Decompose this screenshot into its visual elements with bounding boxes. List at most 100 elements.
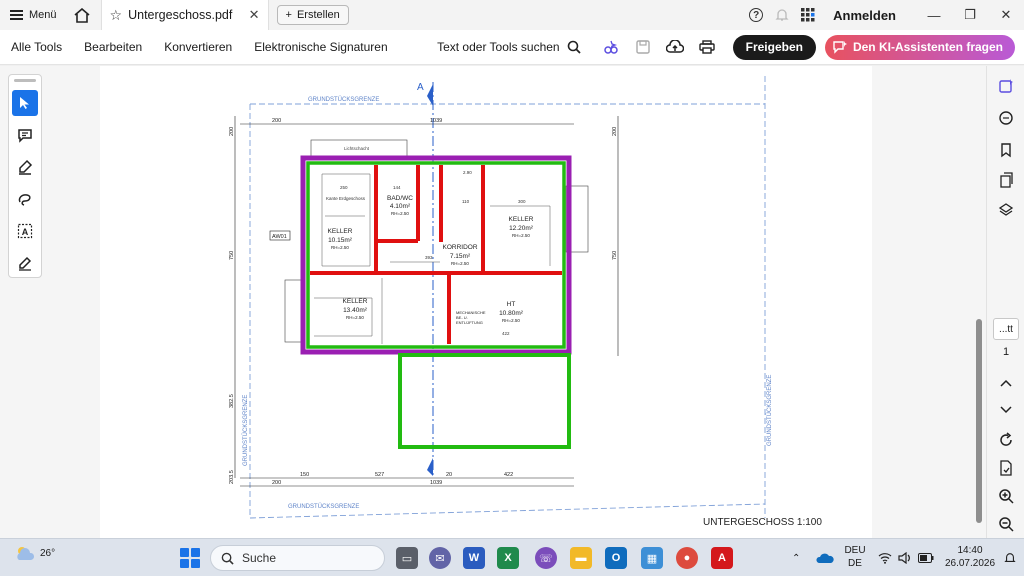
close-window-button[interactable]: ✕: [988, 0, 1024, 30]
outlook-icon[interactable]: O: [605, 547, 627, 569]
menu-all-tools[interactable]: Alle Tools: [0, 40, 73, 54]
page-down-button[interactable]: [993, 398, 1019, 422]
save-button[interactable]: [627, 30, 659, 65]
cloud-weather-icon: [17, 547, 35, 560]
notifications-button[interactable]: [769, 0, 795, 30]
home-button[interactable]: [67, 0, 97, 30]
menu-edit[interactable]: Bearbeiten: [73, 40, 153, 54]
room-cellar2-area: 12.20m²: [509, 225, 534, 232]
close-tab-icon[interactable]: ✕: [249, 7, 260, 23]
battery-icon[interactable]: [918, 539, 934, 576]
file-explorer-icon[interactable]: ▬: [570, 547, 592, 569]
notification-center-button[interactable]: [1004, 539, 1016, 576]
pages-icon: [1000, 172, 1013, 188]
help-icon: ?: [749, 8, 764, 22]
plus-icon: +: [285, 9, 292, 21]
language-indicator[interactable]: DEU DE: [842, 544, 868, 570]
current-page-number[interactable]: 1: [993, 346, 1019, 358]
freehand-icon: [18, 194, 31, 206]
draw-tool[interactable]: [12, 186, 38, 212]
apps-button[interactable]: [795, 0, 821, 30]
property-line-top-label: GRUNDSTÜCKSGRENZE: [308, 96, 379, 103]
right-panel-rail: ...tt 1: [986, 66, 1024, 538]
language-line-1: DEU: [844, 545, 866, 556]
panel-grip[interactable]: [14, 79, 36, 82]
acrobat-icon[interactable]: A: [711, 547, 733, 569]
document-tab[interactable]: ☆ Untergeschoss.pdf ✕: [100, 0, 269, 30]
weather-widget[interactable]: 26°: [14, 545, 55, 561]
pdf-page[interactable]: GRUNDSTÜCKSGRENZE GRUNDSTÜCKSGRENZE GRUN…: [100, 66, 872, 538]
notification-bell-icon: [1004, 553, 1016, 562]
title-bar: Menü ☆ Untergeschoss.pdf ✕ + Erstellen ?…: [0, 0, 1024, 30]
print-button[interactable]: [691, 30, 723, 65]
system-clock[interactable]: 14:40 26.07.2026: [940, 544, 1000, 570]
rotate-button[interactable]: [993, 428, 1019, 452]
highlight-tool[interactable]: [12, 154, 38, 180]
search-tools-button[interactable]: Text oder Tools suchen: [437, 40, 595, 54]
chrome-icon[interactable]: ●: [676, 547, 698, 569]
volume-icon[interactable]: [898, 539, 912, 576]
help-button[interactable]: ?: [743, 0, 769, 30]
room-cellar2-height: RH=2.50: [512, 233, 530, 238]
dim-left-c: 382.5: [229, 394, 235, 408]
printer-icon: [698, 40, 715, 54]
save-icon: [635, 40, 650, 54]
task-view-icon[interactable]: ▭: [396, 547, 418, 569]
layers-button[interactable]: [993, 198, 1019, 222]
maximize-button[interactable]: ❐: [952, 0, 988, 30]
viber-icon[interactable]: ☏: [535, 547, 557, 569]
close-icon: ✕: [1000, 7, 1012, 22]
ai-summary-icon: [999, 79, 1013, 93]
bookmarks-button[interactable]: [993, 138, 1019, 162]
chevron-up-icon: ⌃: [792, 552, 801, 564]
page-thumbnail-box[interactable]: ...tt: [993, 318, 1019, 340]
start-button[interactable]: [180, 548, 200, 568]
comments-panel-button[interactable]: [993, 106, 1019, 130]
dimension-texts: 200 1039 150 527 20 422 200 1039 200 750…: [229, 118, 618, 486]
onedrive-icon[interactable]: [816, 539, 834, 576]
star-icon[interactable]: ☆: [110, 7, 123, 24]
ai-summary-button[interactable]: [993, 74, 1019, 98]
store-icon[interactable]: ▦: [641, 547, 663, 569]
fill-sign-tool[interactable]: [12, 250, 38, 276]
pages-button[interactable]: [993, 168, 1019, 192]
minimize-icon: —: [927, 7, 941, 23]
menu-e-signatures[interactable]: Elektronische Signaturen: [243, 40, 398, 54]
word-icon[interactable]: W: [463, 547, 485, 569]
chevron-up-icon: [1000, 379, 1012, 387]
property-line-left-label: GRUNDSTÜCKSGRENZE: [242, 395, 249, 466]
light-well-left: [284, 279, 303, 343]
zoom-out-button[interactable]: [993, 512, 1019, 536]
menu-convert[interactable]: Konvertieren: [153, 40, 243, 54]
signin-button[interactable]: Anmelden: [821, 8, 916, 23]
comment-tool[interactable]: [12, 122, 38, 148]
excel-icon[interactable]: X: [497, 547, 519, 569]
menu-button[interactable]: Menü: [0, 0, 67, 30]
taskbar-search[interactable]: Suche: [210, 545, 385, 571]
ai-assistant-button[interactable]: Den KI-Assistenten fragen: [824, 34, 1015, 60]
scrollbar-thumb[interactable]: [976, 319, 982, 523]
light-well-label: Lichtschacht: [344, 146, 370, 151]
select-tool[interactable]: [12, 90, 38, 116]
clock-time: 14:40: [957, 545, 983, 556]
temperature: 26°: [40, 547, 56, 559]
wall-tag: AW01: [272, 234, 287, 240]
create-button[interactable]: + Erstellen: [276, 5, 349, 25]
extract-page-button[interactable]: [993, 456, 1019, 480]
room-bath-height: RH=2.50: [391, 211, 409, 216]
upload-button[interactable]: [659, 30, 691, 65]
minimize-button[interactable]: —: [916, 0, 952, 30]
windows-logo-q1: [180, 548, 189, 557]
page-up-button[interactable]: [993, 371, 1019, 395]
zoom-in-button[interactable]: [993, 484, 1019, 508]
tray-overflow-button[interactable]: ⌃: [792, 539, 800, 576]
share-button[interactable]: Freigeben: [732, 34, 816, 60]
dim-left-d: 203.5: [229, 470, 235, 484]
inner-dim-f: 422: [502, 331, 510, 336]
ai-tools-button[interactable]: [595, 30, 627, 65]
teams-icon[interactable]: ✉: [429, 547, 451, 569]
comment-panel-icon: [999, 111, 1013, 125]
text-select-tool[interactable]: A: [12, 218, 38, 244]
quick-tools-panel: A: [8, 74, 42, 278]
wifi-icon[interactable]: [878, 539, 892, 576]
